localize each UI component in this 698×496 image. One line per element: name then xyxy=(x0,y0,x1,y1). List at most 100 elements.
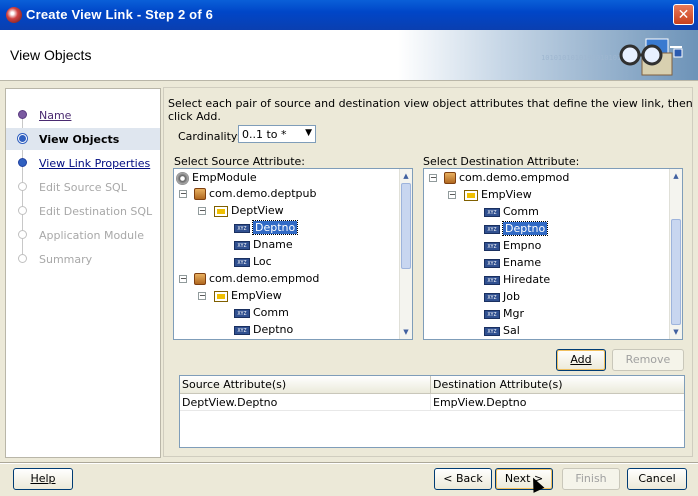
attribute-icon: XYZ xyxy=(484,275,500,285)
button-label: < Back xyxy=(443,472,483,485)
tree-node-attribute[interactable]: XYZ Dname xyxy=(234,237,293,253)
tree-node-attribute[interactable]: XYZ Loc xyxy=(234,254,272,270)
view-object-icon xyxy=(464,189,478,201)
package-icon xyxy=(194,273,206,285)
node-label: Hiredate xyxy=(503,273,551,286)
tree-node-attribute[interactable]: XYZ Hiredate xyxy=(484,272,550,288)
tree-node-attribute[interactable]: XYZ Deptno xyxy=(484,221,549,237)
destination-attribute-tree[interactable]: − com.demo.empmod − EmpView XYZ Comm XYZ D… xyxy=(423,168,683,340)
add-button[interactable]: Add xyxy=(556,349,606,371)
button-label: Finish xyxy=(575,472,607,485)
column-header-destination[interactable]: Destination Attribute(s) xyxy=(431,376,684,394)
step-edit-source-sql: Edit Source SQL xyxy=(6,176,160,198)
cancel-button[interactable]: Cancel xyxy=(627,468,687,490)
tree-node-view[interactable]: EmpView xyxy=(214,288,282,304)
tree-node-package[interactable]: com.demo.deptpub xyxy=(194,186,316,202)
attribute-icon: XYZ xyxy=(234,325,250,335)
tree-node-attribute[interactable]: XYZ Deptno xyxy=(234,220,299,236)
remove-button[interactable]: Remove xyxy=(612,349,684,371)
page-title: View Objects xyxy=(10,47,92,63)
attribute-icon: XYZ xyxy=(484,292,500,302)
node-label: DeptView xyxy=(231,204,284,217)
step-application-module: Application Module xyxy=(6,224,160,246)
table-cell[interactable]: EmpView.Deptno xyxy=(431,394,684,411)
package-icon xyxy=(444,172,456,184)
tree-node-package[interactable]: com.demo.empmod xyxy=(194,271,319,287)
package-icon xyxy=(194,188,206,200)
close-icon: ✕ xyxy=(677,7,690,23)
collapse-icon[interactable]: − xyxy=(179,275,187,283)
node-label-selected: Deptno xyxy=(251,220,299,235)
step-view-objects[interactable]: View Objects xyxy=(6,128,160,150)
step-label: Application Module xyxy=(39,229,144,242)
step-name[interactable]: Name xyxy=(6,104,160,126)
back-button[interactable]: < Back xyxy=(434,468,492,490)
scroll-down-icon[interactable]: ▼ xyxy=(401,326,411,338)
tree-node-attribute[interactable]: XYZ Empno xyxy=(484,238,541,254)
attribute-icon: XYZ xyxy=(484,224,500,234)
cardinality-value: 0..1 to * xyxy=(242,128,287,141)
node-label: com.demo.deptpub xyxy=(209,187,317,200)
collapse-icon[interactable]: − xyxy=(179,190,187,198)
source-attribute-tree[interactable]: EmpModule − com.demo.deptpub − DeptView … xyxy=(173,168,413,340)
button-label: Add xyxy=(570,353,592,366)
source-tree-scrollbar[interactable]: ▲ ▼ xyxy=(399,169,412,339)
tree-node-view[interactable]: DeptView xyxy=(214,203,284,219)
title-bar[interactable]: Create View Link - Step 2 of 6 ✕ xyxy=(0,0,698,30)
collapse-icon[interactable]: − xyxy=(198,292,206,300)
close-button[interactable]: ✕ xyxy=(673,4,694,25)
step-view-link-properties[interactable]: View Link Properties xyxy=(6,152,160,174)
table-cell[interactable]: DeptView.Deptno xyxy=(180,394,431,411)
scroll-up-icon[interactable]: ▲ xyxy=(401,170,411,182)
step-label: View Link Properties xyxy=(39,157,151,170)
step-disabled-icon xyxy=(18,230,27,239)
tree-node-attribute[interactable]: XYZ Comm xyxy=(234,305,289,321)
node-label: EmpView xyxy=(231,289,282,302)
node-label: Dname xyxy=(253,238,293,251)
attribute-icon: XYZ xyxy=(484,309,500,319)
collapse-icon[interactable]: − xyxy=(198,207,206,215)
collapse-icon[interactable]: − xyxy=(448,191,456,199)
step-current-icon xyxy=(18,134,27,143)
step-label: Edit Destination SQL xyxy=(39,205,153,218)
view-object-icon xyxy=(214,205,228,217)
tree-node-package[interactable]: com.demo.empmod xyxy=(444,170,569,186)
tree-node-attribute[interactable]: XYZ Ename xyxy=(484,255,541,271)
attribute-icon: XYZ xyxy=(234,308,250,318)
button-label: Cancel xyxy=(638,472,676,485)
node-label: Job xyxy=(503,290,520,303)
scrollbar-thumb[interactable] xyxy=(401,183,411,269)
tree-node-attribute[interactable]: XYZ Deptno xyxy=(234,322,293,338)
tree-node-attribute[interactable]: XYZ Job xyxy=(484,289,520,305)
node-label: Comm xyxy=(253,306,289,319)
scroll-down-icon[interactable]: ▼ xyxy=(671,326,681,338)
attribute-icon: XYZ xyxy=(484,326,500,336)
help-button[interactable]: Help xyxy=(13,468,73,490)
tree-node-view[interactable]: EmpView xyxy=(464,187,532,203)
cardinality-select[interactable]: 0..1 to * ▼ xyxy=(238,125,316,143)
tree-node-attribute[interactable]: XYZ Sal xyxy=(484,323,520,339)
step-pending-icon xyxy=(18,158,27,167)
node-label: Loc xyxy=(253,255,272,268)
app-icon xyxy=(6,7,22,23)
node-label: Deptno xyxy=(253,323,294,336)
tree-node-attribute[interactable]: XYZ Mgr xyxy=(484,306,524,322)
collapse-icon[interactable]: − xyxy=(429,174,437,182)
finish-button[interactable]: Finish xyxy=(562,468,620,490)
scroll-up-icon[interactable]: ▲ xyxy=(671,170,681,182)
node-label: com.demo.empmod xyxy=(459,171,570,184)
node-label: com.demo.empmod xyxy=(209,272,320,285)
node-label-selected: Deptno xyxy=(501,221,549,236)
attribute-icon: XYZ xyxy=(234,257,250,267)
window-title: Create View Link - Step 2 of 6 xyxy=(26,7,214,22)
attribute-pairs-table[interactable]: Source Attribute(s) Destination Attribut… xyxy=(179,375,685,448)
destination-tree-scrollbar[interactable]: ▲ ▼ xyxy=(669,169,682,339)
footer-separator xyxy=(0,462,698,464)
wizard-steps-panel: Name View Objects View Link Properties E… xyxy=(5,88,161,458)
scrollbar-thumb[interactable] xyxy=(671,219,681,325)
instruction-text: Select each pair of source and destinati… xyxy=(168,97,693,123)
step-label: View Objects xyxy=(39,133,120,146)
tree-node-module[interactable]: EmpModule xyxy=(176,170,257,186)
tree-node-attribute[interactable]: XYZ Comm xyxy=(484,204,539,220)
column-header-source[interactable]: Source Attribute(s) xyxy=(180,376,431,394)
